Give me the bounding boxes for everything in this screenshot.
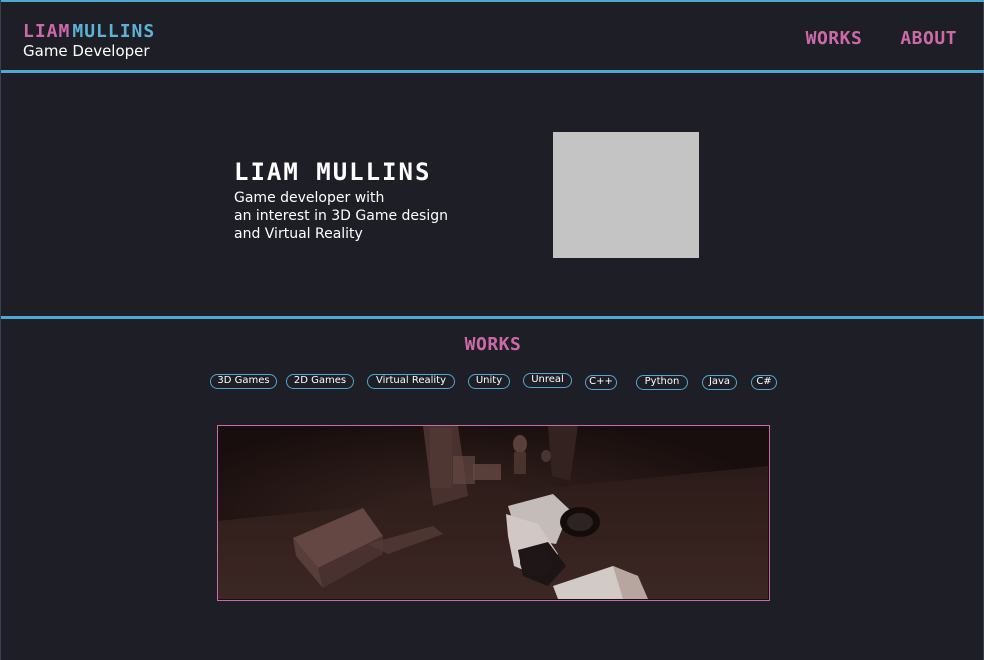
tag-python[interactable]: Python <box>636 375 688 390</box>
tag-csharp[interactable]: C# <box>751 375 777 390</box>
works-heading: WORKS <box>464 334 522 355</box>
tag-java[interactable]: Java <box>702 375 737 390</box>
hero-title: LIAM MULLINS <box>234 158 432 186</box>
brand[interactable]: LIAM MULLINS Game Developer <box>23 22 155 61</box>
brand-first-name: LIAM <box>23 21 71 42</box>
brand-subtitle: Game Developer <box>23 42 150 60</box>
tag-2d-games[interactable]: 2D Games <box>286 374 354 389</box>
tag-unreal[interactable]: Unreal <box>523 373 572 388</box>
nav-about-link[interactable]: ABOUT <box>900 29 957 49</box>
hero-line: an interest in 3D Game design <box>234 208 448 224</box>
tag-unity[interactable]: Unity <box>468 374 510 389</box>
site-header: LIAM MULLINS Game Developer WORKS ABOUT <box>1 2 984 70</box>
hero-description: Game developer with an interest in 3D Ga… <box>234 189 494 243</box>
hero-line: and Virtual Reality <box>234 226 363 242</box>
profile-photo-placeholder <box>553 132 699 258</box>
game-screenshot-image <box>218 426 768 599</box>
header-divider <box>1 70 984 73</box>
project-preview-card[interactable] <box>217 425 770 601</box>
brand-last-name: MULLINS <box>72 21 156 42</box>
tag-3d-games[interactable]: 3D Games <box>210 374 277 389</box>
tag-cpp[interactable]: C++ <box>585 375 617 390</box>
section-divider <box>1 316 984 319</box>
nav-works-link[interactable]: WORKS <box>806 29 863 49</box>
main-nav: WORKS ABOUT <box>806 29 957 49</box>
page: LIAM MULLINS Game Developer WORKS ABOUT L… <box>0 0 984 660</box>
hero-line: Game developer with <box>234 190 385 206</box>
brand-name: LIAM MULLINS <box>23 22 155 42</box>
tag-virtual-reality[interactable]: Virtual Reality <box>367 374 455 389</box>
